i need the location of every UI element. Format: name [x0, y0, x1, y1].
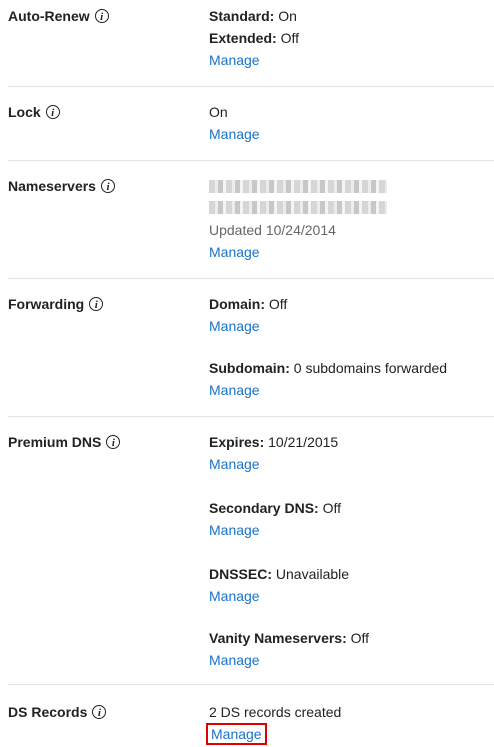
premium-dns-expires-manage-link[interactable]: Manage — [209, 456, 260, 472]
forwarding-label: Forwarding i — [8, 296, 104, 312]
premium-dns-section: Premium DNS i Expires: 10/21/2015 Manage… — [8, 434, 494, 685]
dnssec-status: DNSSEC: Unavailable — [209, 566, 350, 582]
forwarding-subdomain: Subdomain: 0 subdomains forwarded — [209, 360, 448, 376]
ds-records-manage-wrapper: Manage — [206, 723, 267, 745]
ds-records-section: DS Records i 2 DS records created Manage — [8, 704, 494, 747]
info-icon[interactable]: i — [45, 105, 60, 119]
lock-value: On — [209, 104, 228, 120]
ds-records-label: DS Records i — [8, 704, 107, 720]
redacted-nameserver-2 — [209, 201, 387, 214]
auto-renew-standard: Standard: On — [209, 8, 297, 24]
redacted-nameserver-1 — [209, 180, 387, 193]
forwarding-domain: Domain: Off — [209, 296, 288, 312]
forwarding-section: Forwarding i Domain: Off Manage Subdomai… — [8, 296, 494, 417]
lock-label: Lock i — [8, 104, 60, 120]
vanity-nameservers-manage-link[interactable]: Manage — [209, 652, 260, 668]
lock-manage-link[interactable]: Manage — [209, 126, 260, 142]
secondary-dns-manage-link[interactable]: Manage — [209, 522, 260, 538]
info-icon[interactable]: i — [94, 9, 109, 23]
info-icon[interactable]: i — [106, 435, 121, 449]
vanity-nameservers: Vanity Nameservers: Off — [209, 630, 370, 646]
auto-renew-section: Auto-Renew i Standard: On Extended: Off … — [8, 8, 494, 87]
lock-section: Lock i On Manage — [8, 104, 494, 161]
nameservers-label: Nameservers i — [8, 178, 115, 194]
info-icon[interactable]: i — [100, 179, 115, 193]
auto-renew-manage-link[interactable]: Manage — [209, 52, 260, 68]
auto-renew-label: Auto-Renew i — [8, 8, 109, 24]
info-icon[interactable]: i — [89, 297, 104, 311]
forwarding-subdomain-manage-link[interactable]: Manage — [209, 382, 260, 398]
forwarding-domain-manage-link[interactable]: Manage — [209, 318, 260, 334]
info-icon[interactable]: i — [92, 705, 107, 719]
premium-dns-expires: Expires: 10/21/2015 — [209, 434, 339, 450]
dnssec-manage-link[interactable]: Manage — [209, 588, 260, 604]
secondary-dns: Secondary DNS: Off — [209, 500, 342, 516]
premium-dns-label: Premium DNS i — [8, 434, 121, 450]
nameservers-section: Nameservers i Updated 10/24/2014 Manage — [8, 178, 494, 279]
ds-records-value: 2 DS records created — [209, 704, 342, 720]
nameservers-updated: Updated 10/24/2014 — [209, 222, 336, 238]
ds-records-manage-link[interactable]: Manage — [206, 723, 267, 745]
nameservers-manage-link[interactable]: Manage — [209, 244, 260, 260]
auto-renew-extended: Extended: Off — [209, 30, 299, 46]
